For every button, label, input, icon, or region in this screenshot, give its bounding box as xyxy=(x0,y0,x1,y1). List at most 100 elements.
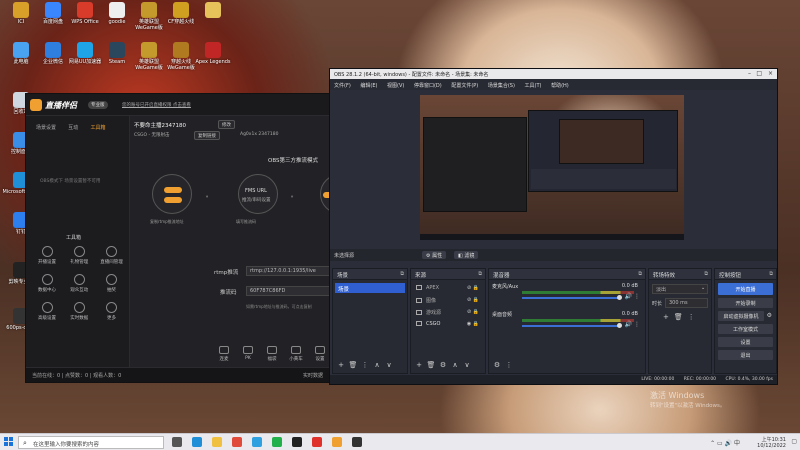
move-down-icon[interactable]: ∨ xyxy=(383,361,395,369)
folder-icon[interactable] xyxy=(332,437,342,447)
pro-badge[interactable]: 专业版 xyxy=(88,101,108,109)
qq-browser-icon[interactable] xyxy=(252,437,262,447)
system-tray-icons[interactable]: ⌃ ▭ 🔊 中 xyxy=(710,438,740,447)
tool-item[interactable]: 礼物管理 xyxy=(64,246,94,265)
chrome-icon[interactable] xyxy=(232,437,242,447)
settings-button[interactable]: 设置 xyxy=(718,337,773,347)
menu-profile[interactable]: 配置文件(P) xyxy=(451,83,478,89)
visibility-lock-icons[interactable]: ⊘ 🔒 xyxy=(467,285,479,291)
tool-item[interactable]: 高级设置 xyxy=(32,302,62,321)
settings-icon[interactable]: ⚙ xyxy=(437,361,449,369)
exit-button[interactable]: 退出 xyxy=(718,350,773,360)
add-icon[interactable]: + xyxy=(663,313,669,321)
menu-view[interactable]: 视图(V) xyxy=(387,83,404,89)
move-down-icon[interactable]: ∨ xyxy=(461,361,473,369)
obs-2-icon[interactable] xyxy=(352,437,362,447)
desktop-icon[interactable]: Apex Legends xyxy=(194,42,232,66)
windows-start-icon[interactable] xyxy=(4,437,14,447)
bottom-tool-lucky-bag[interactable]: 福袋 xyxy=(260,346,284,362)
volume-slider-knob[interactable] xyxy=(617,295,622,300)
dock-float-icon[interactable]: ⧉ xyxy=(704,271,708,277)
more-icon[interactable]: ⋮ xyxy=(503,361,515,369)
source-item[interactable]: 图像 ⊘ 🔒 xyxy=(413,295,483,306)
speaker-icon[interactable]: 🔊 xyxy=(625,293,632,300)
filters-button[interactable]: ◧ 滤镜 xyxy=(454,251,479,259)
close-icon[interactable]: × xyxy=(768,70,773,77)
copy-link-button[interactable]: 复制链接 xyxy=(194,131,220,140)
room-edit-button[interactable]: 修改 xyxy=(218,120,235,129)
minimize-icon[interactable]: – xyxy=(748,70,751,77)
maximize-icon[interactable]: □ xyxy=(756,70,762,77)
file-explorer-icon[interactable] xyxy=(212,437,222,447)
bottom-tool-cart[interactable]: 小黄车 xyxy=(284,346,308,362)
tool-item[interactable]: 数据中心 xyxy=(32,274,62,293)
tool-item[interactable]: 抽奖 xyxy=(96,274,126,293)
visibility-lock-icons[interactable]: ⊘ 🔒 xyxy=(467,309,479,315)
add-icon[interactable]: + xyxy=(335,361,347,369)
menu-help[interactable]: 帮助(H) xyxy=(551,83,569,89)
chevron-down-icon[interactable]: ⌄ xyxy=(701,285,705,291)
gear-icon[interactable]: ⚙ xyxy=(491,361,503,369)
live-status-right[interactable]: 实时数据 xyxy=(303,372,323,379)
move-up-icon[interactable]: ∧ xyxy=(371,361,383,369)
dock-float-icon[interactable]: ⧉ xyxy=(769,271,773,277)
notification-icon[interactable]: ▢ xyxy=(791,438,797,445)
edge-icon[interactable] xyxy=(192,437,202,447)
filter-icon[interactable]: ⋮ xyxy=(359,361,371,369)
obs-preview[interactable] xyxy=(420,95,684,240)
start-streaming-button[interactable]: 开始直播 xyxy=(718,283,773,295)
obs-icon[interactable] xyxy=(292,437,302,447)
tool-item[interactable]: 直播间管理 xyxy=(96,246,126,265)
studio-mode-button[interactable]: 工作室模式 xyxy=(718,324,773,334)
source-item[interactable]: CSGO ◉ 🔒 xyxy=(413,319,483,330)
tab-scene[interactable]: 场景设置 xyxy=(36,124,56,131)
volume-slider[interactable] xyxy=(522,325,620,327)
tool-item[interactable]: 观众互动 xyxy=(64,274,94,293)
dock-float-icon[interactable]: ⧉ xyxy=(400,271,404,277)
volume-slider-knob[interactable] xyxy=(617,323,622,328)
add-icon[interactable]: + xyxy=(413,361,425,369)
speaker-icon[interactable]: 🔊 xyxy=(625,321,632,328)
transition-select[interactable]: 淡出 xyxy=(652,284,708,294)
duration-field[interactable]: 300 ms xyxy=(665,298,708,308)
more-icon[interactable]: ⋮ xyxy=(634,293,640,300)
remove-icon[interactable]: 🗑 xyxy=(347,361,359,369)
source-item[interactable]: APEX ⊘ 🔒 xyxy=(413,283,483,294)
more-icon[interactable]: ⋮ xyxy=(688,313,695,321)
wechat-icon[interactable] xyxy=(272,437,282,447)
gear-icon[interactable]: ⚙ xyxy=(767,312,772,319)
more-icon[interactable]: ⋮ xyxy=(634,321,640,328)
desktop-icon[interactable] xyxy=(194,2,232,20)
visibility-lock-icons[interactable]: ◉ 🔒 xyxy=(467,321,479,327)
tool-item[interactable]: 开播设置 xyxy=(32,246,62,265)
tab-interact[interactable]: 互动 xyxy=(68,124,78,131)
stream-key-field[interactable]: 60F787C86FD xyxy=(246,286,336,296)
tool-item[interactable]: 更多 xyxy=(96,302,126,321)
obs-window[interactable]: OBS 28.1.2 (64-bit, windows) - 配置文件: 未命名… xyxy=(329,68,778,385)
tab-toolbox[interactable]: 工具箱 xyxy=(91,124,106,131)
dock-float-icon[interactable]: ⧉ xyxy=(478,271,482,277)
scene-item[interactable]: 场景 xyxy=(335,283,405,293)
dock-float-icon[interactable]: ⧉ xyxy=(638,271,642,277)
menu-scene-collection[interactable]: 场景集合(S) xyxy=(488,83,515,89)
live-companion-window[interactable]: 直播伴侣 专业版 您的账号已开启直播权限 点击查看 场景设置 互动 工具箱 OB… xyxy=(25,93,360,383)
live-notice[interactable]: 您的账号已开启直播权限 点击查看 xyxy=(122,102,191,108)
menu-tools[interactable]: 工具(T) xyxy=(525,83,542,89)
remove-icon[interactable]: 🗑 xyxy=(674,313,683,321)
taskbar-clock[interactable]: 上午10:31 10/12/2022 xyxy=(757,436,786,449)
source-item[interactable]: 游戏源 ⊘ 🔒 xyxy=(413,307,483,318)
menu-file[interactable]: 文件(F) xyxy=(334,83,351,89)
task-view-icon[interactable] xyxy=(172,437,182,447)
visibility-lock-icons[interactable]: ⊘ 🔒 xyxy=(467,297,479,303)
rtmp-url-field[interactable]: rtmp://127.0.0.1:1935/live xyxy=(246,266,336,276)
properties-button[interactable]: ⚙ 属性 xyxy=(422,251,447,259)
bottom-tool-mic[interactable]: 连麦 xyxy=(212,346,236,362)
menu-docks[interactable]: 停靠窗口(D) xyxy=(414,83,442,89)
remove-icon[interactable]: 🗑 xyxy=(425,361,437,369)
move-up-icon[interactable]: ∧ xyxy=(449,361,461,369)
live-companion-icon[interactable] xyxy=(312,437,322,447)
bottom-tool-pk[interactable]: PK xyxy=(236,346,260,361)
menu-edit[interactable]: 编辑(E) xyxy=(360,83,377,89)
volume-slider[interactable] xyxy=(522,297,620,299)
tool-item[interactable]: 实时数据 xyxy=(64,302,94,321)
